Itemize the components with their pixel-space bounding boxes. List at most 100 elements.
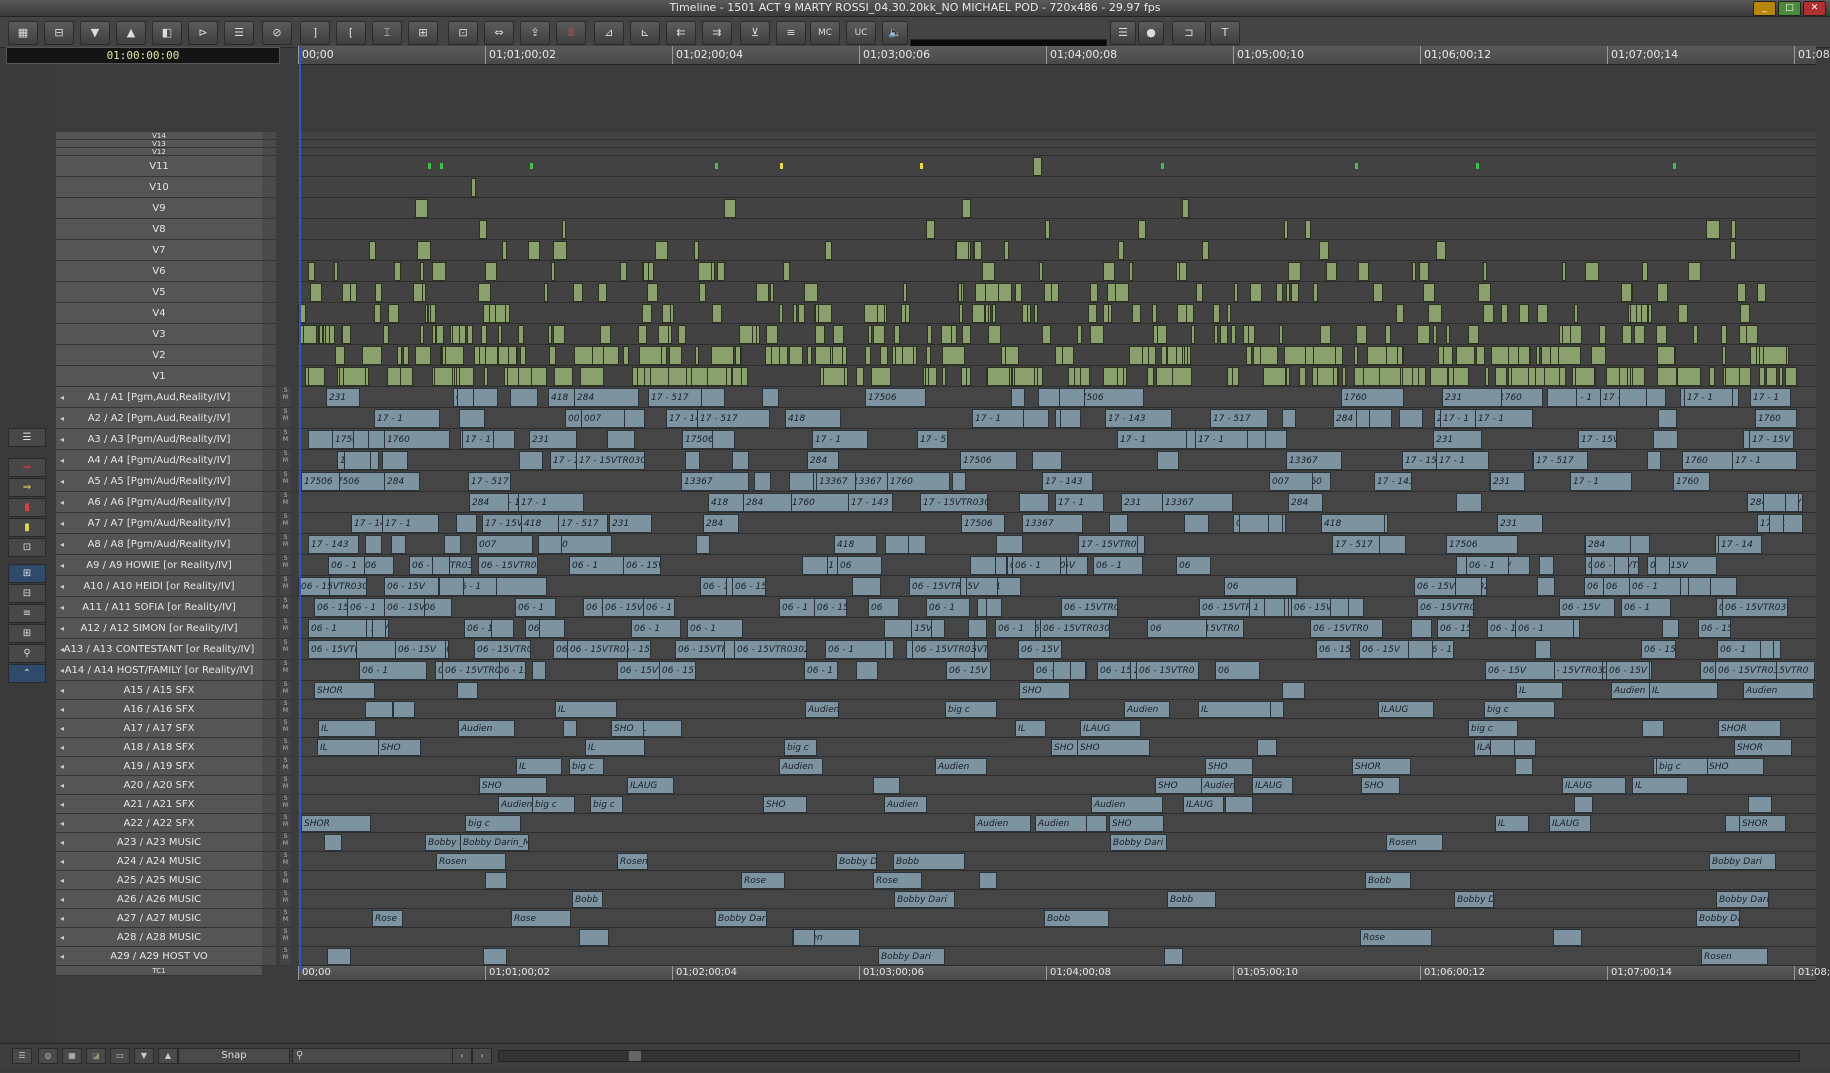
video-clip[interactable] bbox=[1042, 325, 1051, 344]
audio-clip[interactable]: 17506 bbox=[961, 514, 1005, 533]
find-field[interactable]: ⚲ bbox=[292, 1048, 453, 1064]
solo-mute-toggle[interactable]: SM bbox=[280, 928, 291, 947]
video-clip[interactable] bbox=[1250, 283, 1262, 302]
audio-clip[interactable]: 06 - 15VTR0302 bbox=[567, 640, 628, 659]
audio-clip[interactable]: 06 - 15VTR0302M bbox=[308, 640, 357, 659]
solo-mute-toggle[interactable]: SM bbox=[280, 513, 291, 534]
audio-track-header[interactable]: ◂ A16 / A16 SFX bbox=[56, 700, 262, 719]
audio-clip[interactable]: 06 - 15VTR0302M bbox=[1715, 661, 1777, 680]
lift-button[interactable]: ⇪ bbox=[520, 21, 550, 45]
speaker-icon[interactable]: ◂ bbox=[60, 597, 64, 617]
audio-clip[interactable]: SHO bbox=[1019, 682, 1070, 699]
video-clip[interactable] bbox=[620, 262, 627, 281]
video-clip[interactable] bbox=[430, 304, 436, 323]
video-clip[interactable] bbox=[308, 367, 325, 386]
video-clip[interactable] bbox=[1397, 346, 1403, 365]
video-clip[interactable] bbox=[1756, 346, 1760, 365]
video-clip[interactable] bbox=[548, 325, 552, 344]
solo-mute-toggle[interactable]: SM bbox=[280, 833, 291, 852]
audio-clip[interactable] bbox=[532, 661, 546, 680]
audio-clip[interactable]: Audien bbox=[458, 720, 515, 737]
audio-clip[interactable]: 284 bbox=[807, 451, 839, 470]
audio-clip[interactable]: 06 - 15V bbox=[384, 577, 439, 596]
video-clip[interactable] bbox=[658, 325, 669, 344]
audio-clip[interactable]: 06 - 15VTR0 bbox=[1641, 640, 1676, 659]
audio-clip[interactable]: 06 - 1 bbox=[359, 661, 427, 680]
video-clip[interactable] bbox=[1129, 346, 1143, 365]
video-clip[interactable] bbox=[1757, 283, 1766, 302]
video-clip[interactable] bbox=[770, 283, 774, 302]
audio-track-lane[interactable]: Rosen Rosen Bobby Dari Bobby Dari Bobb bbox=[298, 852, 1816, 871]
video-clip[interactable] bbox=[553, 241, 567, 260]
track-lock-icon[interactable] bbox=[262, 429, 276, 450]
audio-track-header[interactable]: ◂ A28 / A28 MUSIC bbox=[56, 928, 262, 947]
timeline-marker[interactable] bbox=[530, 163, 533, 169]
video-clip[interactable] bbox=[1453, 367, 1469, 386]
video-clip[interactable] bbox=[474, 346, 480, 365]
audio-clip[interactable] bbox=[1399, 409, 1423, 428]
audio-clip[interactable] bbox=[391, 535, 406, 554]
audio-clip[interactable]: 06 - 15VTR0302M bbox=[298, 577, 330, 596]
audio-clip[interactable]: 17 - 517 bbox=[1332, 535, 1380, 554]
track-header-v10[interactable]: V10 bbox=[56, 177, 262, 198]
video-clip[interactable] bbox=[1430, 367, 1448, 386]
video-clip[interactable] bbox=[1305, 220, 1311, 239]
audio-clip[interactable]: 06 bbox=[837, 556, 882, 575]
match-frame-button[interactable]: ⊳ bbox=[188, 21, 218, 45]
audio-track-lane[interactable]: Rose Bobby Darin_Mack Bobb Rose Bobby Darin_… bbox=[298, 909, 1816, 928]
video-clip[interactable] bbox=[894, 325, 900, 344]
audio-clip[interactable]: SHO bbox=[763, 796, 807, 813]
audio-clip[interactable]: 06 - 15VTR0 bbox=[1417, 598, 1474, 617]
speaker-icon[interactable]: ◂ bbox=[60, 871, 64, 889]
audio-clip[interactable] bbox=[802, 556, 828, 575]
video-clip[interactable] bbox=[1468, 325, 1479, 344]
video-clip[interactable] bbox=[467, 325, 473, 344]
video-clip[interactable] bbox=[1476, 346, 1485, 365]
video-clip[interactable] bbox=[1478, 283, 1491, 302]
video-clip[interactable] bbox=[1115, 283, 1129, 302]
video-clip[interactable] bbox=[1731, 220, 1736, 239]
audio-clip[interactable] bbox=[382, 451, 408, 470]
video-clip[interactable] bbox=[1412, 367, 1419, 386]
video-clip[interactable] bbox=[1129, 262, 1133, 281]
video-clip[interactable] bbox=[992, 304, 996, 323]
audio-clip[interactable]: 1760 bbox=[887, 472, 950, 491]
video-clip[interactable] bbox=[1286, 367, 1290, 386]
audio-clip[interactable] bbox=[1184, 514, 1209, 533]
audio-clip[interactable] bbox=[456, 514, 477, 533]
track-header-v4[interactable]: V4 bbox=[56, 303, 262, 324]
audio-track-header[interactable]: ◂ A6 / A6 [Pgm/Aud/Reality/IV] bbox=[56, 492, 262, 513]
audio-clip[interactable] bbox=[732, 451, 749, 470]
audio-clip[interactable]: 06 bbox=[1147, 619, 1207, 638]
audio-clip[interactable] bbox=[327, 948, 351, 965]
video-clip[interactable] bbox=[598, 283, 607, 302]
video-clip[interactable] bbox=[1677, 367, 1701, 386]
video-clip[interactable] bbox=[422, 283, 426, 302]
audio-track-header[interactable]: ◂ A18 / A18 SFX bbox=[56, 738, 262, 757]
track-lock-icon[interactable] bbox=[262, 261, 276, 282]
video-clip[interactable] bbox=[1157, 325, 1167, 344]
audio-track-lane[interactable]: Bobby Dari Rosen bbox=[298, 947, 1816, 966]
video-clip[interactable] bbox=[988, 325, 1001, 344]
audio-clip[interactable] bbox=[1038, 388, 1060, 407]
video-clip[interactable] bbox=[436, 325, 444, 344]
speaker-icon[interactable]: ◂ bbox=[60, 387, 64, 407]
video-clip[interactable] bbox=[1234, 283, 1238, 302]
track-lane-v11[interactable] bbox=[298, 156, 1816, 177]
video-clip[interactable] bbox=[926, 220, 935, 239]
track-lane-v5[interactable] bbox=[298, 282, 1816, 303]
audio-track-header[interactable]: ◂ A7 / A7 [Pgm/Aud/Reality/IV] bbox=[56, 513, 262, 534]
audio-clip[interactable]: 06 - 15VTR0 bbox=[474, 640, 531, 659]
audio-clip[interactable] bbox=[952, 472, 966, 491]
video-clip[interactable] bbox=[1313, 346, 1336, 365]
video-clip[interactable] bbox=[942, 346, 965, 365]
audio-clip[interactable]: 06 - 15VTR0302 bbox=[1097, 661, 1131, 680]
audio-clip[interactable]: Bobb bbox=[572, 891, 603, 908]
audio-clip[interactable]: 17 - 1 bbox=[462, 430, 494, 449]
audio-clip[interactable] bbox=[856, 661, 878, 680]
video-clip[interactable] bbox=[1648, 304, 1652, 323]
track-lane-v4[interactable] bbox=[298, 303, 1816, 324]
solo-mute-toggle[interactable]: SM bbox=[280, 738, 291, 757]
video-clip[interactable] bbox=[1246, 346, 1252, 365]
video-clip[interactable] bbox=[520, 346, 526, 365]
